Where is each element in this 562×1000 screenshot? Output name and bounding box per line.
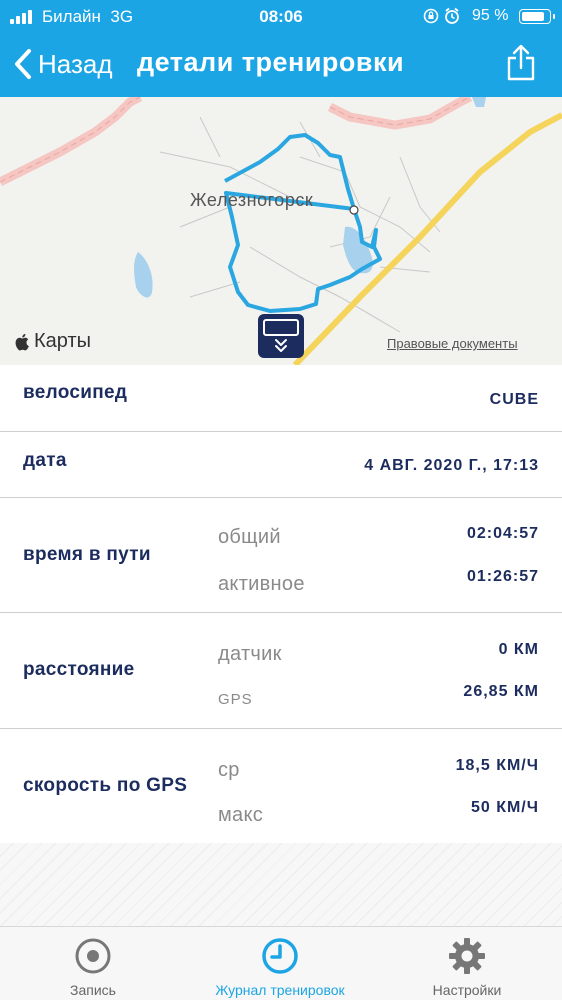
maps-brand-label: Карты bbox=[34, 330, 91, 352]
navigation-bar: Назад детали тренировки bbox=[0, 34, 562, 97]
maps-brand: Карты bbox=[14, 330, 91, 353]
date-value: 4 АВГ. 2020 Г., 17:13 bbox=[364, 457, 539, 474]
double-chevron-down-icon bbox=[275, 339, 287, 352]
date-row: дата 4 АВГ. 2020 Г., 17:13 bbox=[0, 432, 562, 498]
page-title: детали тренировки bbox=[137, 47, 405, 77]
back-label: Назад bbox=[38, 48, 113, 79]
bike-label: велосипед bbox=[23, 382, 128, 403]
time-active-value: 01:26:57 bbox=[466, 568, 539, 585]
tab-settings-label: Настройки bbox=[432, 982, 502, 998]
dist-gps-label: GPS bbox=[218, 691, 253, 708]
chevron-left-icon bbox=[15, 49, 31, 79]
dist-gps-value: 26,85 КМ bbox=[463, 683, 539, 700]
window-icon bbox=[263, 319, 299, 336]
status-bar: Билайн 3G 08:06 95 % bbox=[0, 0, 562, 34]
battery-icon bbox=[519, 9, 555, 24]
tab-workout-log[interactable]: Журнал тренировок bbox=[195, 927, 365, 1000]
tab-bar: Запись Журнал тренировок Настройки bbox=[0, 926, 562, 1000]
time-total-label: общий bbox=[218, 526, 281, 548]
collapse-map-button[interactable] bbox=[258, 314, 304, 358]
speed-max-value: 50 КМ/Ч bbox=[470, 799, 539, 816]
share-icon[interactable] bbox=[506, 44, 536, 82]
date-label: дата bbox=[23, 450, 67, 471]
city-label: Железногорск bbox=[190, 190, 314, 210]
gps-speed-row: скорость по GPS ср 18,5 КМ/Ч макс 50 КМ/… bbox=[0, 729, 562, 845]
battery-percent: 95 % bbox=[472, 7, 509, 24]
gear-icon bbox=[449, 938, 485, 974]
apple-icon bbox=[15, 333, 29, 351]
header: Билайн 3G 08:06 95 % Назад детали тренир… bbox=[0, 0, 562, 97]
back-button[interactable]: Назад bbox=[12, 46, 113, 82]
empty-area bbox=[0, 843, 562, 926]
speed-max-label: макс bbox=[218, 804, 264, 826]
dist-sensor-label: датчик bbox=[218, 643, 282, 665]
distance-row: расстояние датчик 0 КМ GPS 26,85 КМ bbox=[0, 613, 562, 729]
clock-icon bbox=[262, 938, 298, 974]
speed-avg-value: 18,5 КМ/Ч bbox=[455, 757, 539, 774]
tab-record-label: Запись bbox=[70, 982, 116, 998]
time-total-value: 02:04:57 bbox=[466, 525, 539, 542]
legal-link[interactable]: Правовые документы bbox=[387, 336, 518, 351]
speed-avg-label: ср bbox=[218, 759, 240, 781]
tab-workout-log-label: Журнал тренировок bbox=[215, 982, 345, 998]
time-active-label: активное bbox=[218, 573, 305, 595]
bike-row: велосипед CUBE bbox=[0, 365, 562, 432]
gps-speed-label: скорость по GPS bbox=[23, 775, 188, 796]
dist-sensor-value: 0 КМ bbox=[498, 641, 539, 658]
tab-record[interactable]: Запись bbox=[18, 927, 168, 1000]
route-map[interactable]: Железногорск Карты Правовые документы bbox=[0, 97, 562, 365]
record-icon bbox=[75, 938, 111, 974]
distance-label: расстояние bbox=[23, 659, 135, 680]
tab-settings[interactable]: Настройки bbox=[392, 927, 542, 1000]
lock-rotation-icon bbox=[422, 6, 462, 30]
bike-value: CUBE bbox=[489, 391, 539, 408]
moving-time-label: время в пути bbox=[23, 544, 151, 565]
moving-time-row: время в пути общий 02:04:57 активное 01:… bbox=[0, 498, 562, 613]
